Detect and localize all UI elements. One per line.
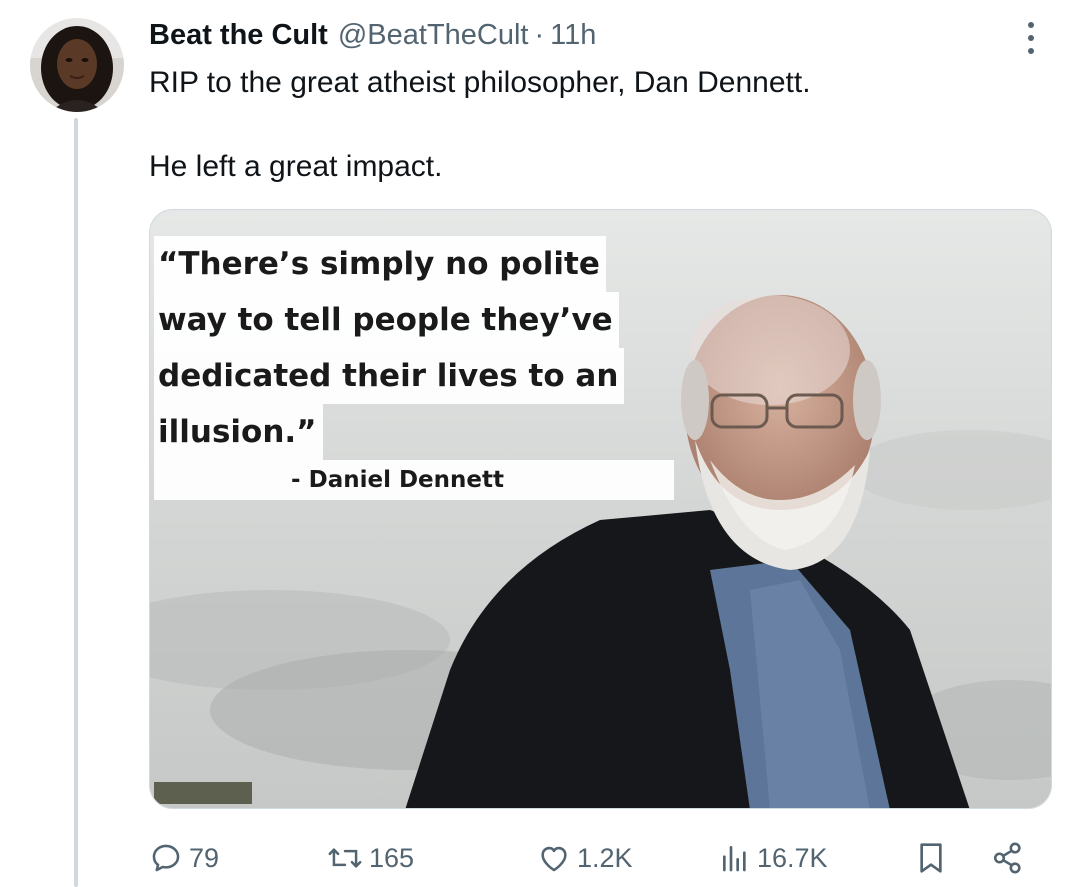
views-count: 16.7K [757,842,828,873]
quote-overlay: “There’s simply no polite way to tell pe… [154,236,684,500]
share-button[interactable] [991,836,1025,880]
avatar[interactable] [30,18,124,112]
repost-button[interactable]: 165 [327,836,414,880]
avatar-image [30,18,124,112]
separator-dot: · [534,18,545,51]
tweet-media-image[interactable]: “There’s simply no polite way to tell pe… [149,209,1052,809]
reply-count: 79 [189,842,220,873]
quote-line: illusion.” [154,404,323,460]
quote-line: way to tell people they’ve [154,292,619,348]
repost-count: 165 [369,842,415,873]
timestamp[interactable]: 11h [550,19,596,52]
tweet-text-line: RIP to the great atheist philosopher, Da… [149,66,811,99]
tweet-text-line: He left a great impact. [149,150,443,183]
quote-attribution: - Daniel Dennett [154,460,674,500]
more-options-icon[interactable] [1018,18,1044,58]
like-button[interactable]: 1.2K [537,836,633,880]
display-name[interactable]: Beat the Cult [149,19,328,52]
share-icon [993,842,1021,874]
like-count: 1.2K [577,842,633,873]
like-icon [541,846,567,872]
action-bar: 79 165 1.2K 16.7K [149,836,1039,880]
views-button[interactable]: 16.7K [719,836,828,880]
repost-icon [328,848,362,868]
views-icon [723,846,746,872]
quote-line: “There’s simply no polite [154,236,606,292]
bookmark-button[interactable] [915,836,947,880]
image-watermark [154,782,252,804]
thread-line [74,118,78,887]
tweet-text: RIP to the great atheist philosopher, Da… [149,62,1029,188]
bookmark-icon [920,843,942,873]
reply-icon [152,844,180,872]
tweet-header: Beat the Cult @BeatTheCult · 11h [149,14,596,56]
user-handle[interactable]: @BeatTheCult [338,19,529,52]
reply-button[interactable]: 79 [149,836,219,880]
quote-line: dedicated their lives to an [154,348,625,404]
